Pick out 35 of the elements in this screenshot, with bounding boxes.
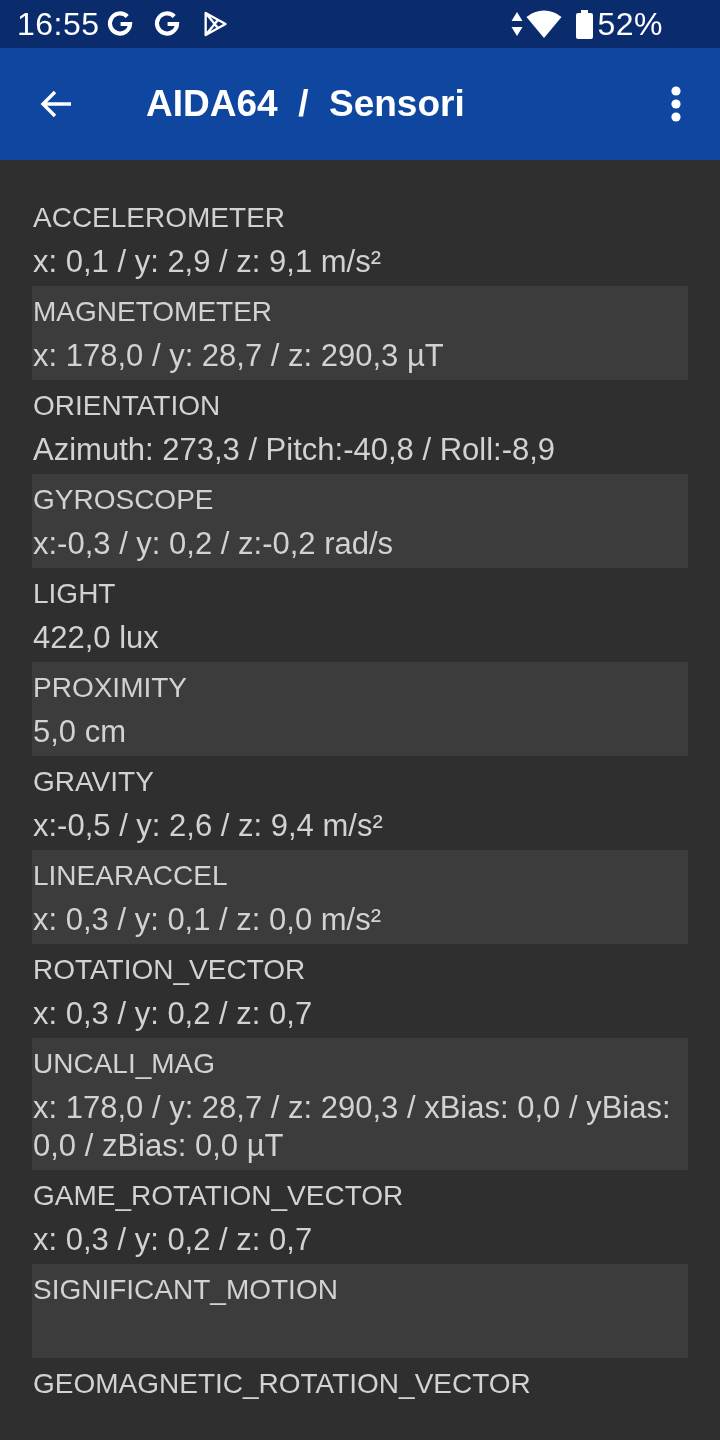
back-arrow-icon [40, 90, 72, 118]
sensor-name: LIGHT [33, 577, 117, 611]
sensor-reading: x:-0,3 / y: 0,2 / z:-0,2 rad/s [33, 525, 395, 563]
battery-percentage: 52% [597, 6, 663, 42]
sensor-reading: x: 178,0 / y: 28,7 / z: 290,3 µT [33, 337, 445, 375]
sensor-name: ACCELEROMETER [33, 201, 287, 235]
sensor-name: GYROSCOPE [33, 483, 215, 517]
battery-icon [576, 9, 594, 39]
sensor-reading: 422,0 lux [33, 619, 160, 657]
sensor-name: ROTATION_VECTOR [33, 953, 307, 987]
sensor-reading: x: 0,3 / y: 0,1 / z: 0,0 m/s² [33, 901, 382, 939]
sensor-name: GAME_ROTATION_VECTOR [33, 1179, 405, 1213]
sensor-name: UNCALI_MAG [33, 1047, 217, 1081]
sensor-name: MAGNETOMETER [33, 295, 274, 329]
status-time: 16:55 [17, 6, 100, 42]
sensor-name: PROXIMITY [33, 671, 188, 705]
sensor-reading: Azimuth: 273,3 / Pitch:-40,8 / Roll:-8,9 [33, 431, 557, 469]
sensor-name: GRAVITY [33, 765, 155, 799]
g-logo-icon [105, 10, 134, 38]
more-menu-icon [671, 86, 681, 122]
sensor-name: LINEARACCEL [33, 859, 229, 893]
sensor-name: SIGNIFICANT_MOTION [33, 1273, 339, 1307]
sensor-reading: x: 178,0 / y: 28,7 / z: 290,3 / xBias: 0,0 / yBias: 0,0 / zBias: 0,0 µT [33, 1089, 672, 1165]
g-logo-icon [152, 10, 181, 38]
wifi-icon [526, 10, 563, 38]
sensor-reading: x:-0,5 / y: 2,6 / z: 9,4 m/s² [33, 807, 384, 845]
sensor-name: ORIENTATION [33, 389, 222, 423]
sensor-reading: x: 0,3 / y: 0,2 / z: 0,7 [33, 1221, 314, 1259]
sensor-reading: 5,0 cm [33, 713, 128, 751]
overflow-menu-button[interactable] [670, 86, 682, 122]
sensor-reading: x: 0,3 / y: 0,2 / z: 0,7 [33, 995, 314, 1033]
sensor-name: GEOMAGNETIC_ROTATION_VECTOR [33, 1367, 532, 1401]
sensor-reading: x: 0,1 / y: 2,9 / z: 9,1 m/s² [33, 243, 382, 281]
app-title: AIDA64 / Sensori [146, 82, 465, 126]
data-arrows-icon [511, 11, 524, 37]
